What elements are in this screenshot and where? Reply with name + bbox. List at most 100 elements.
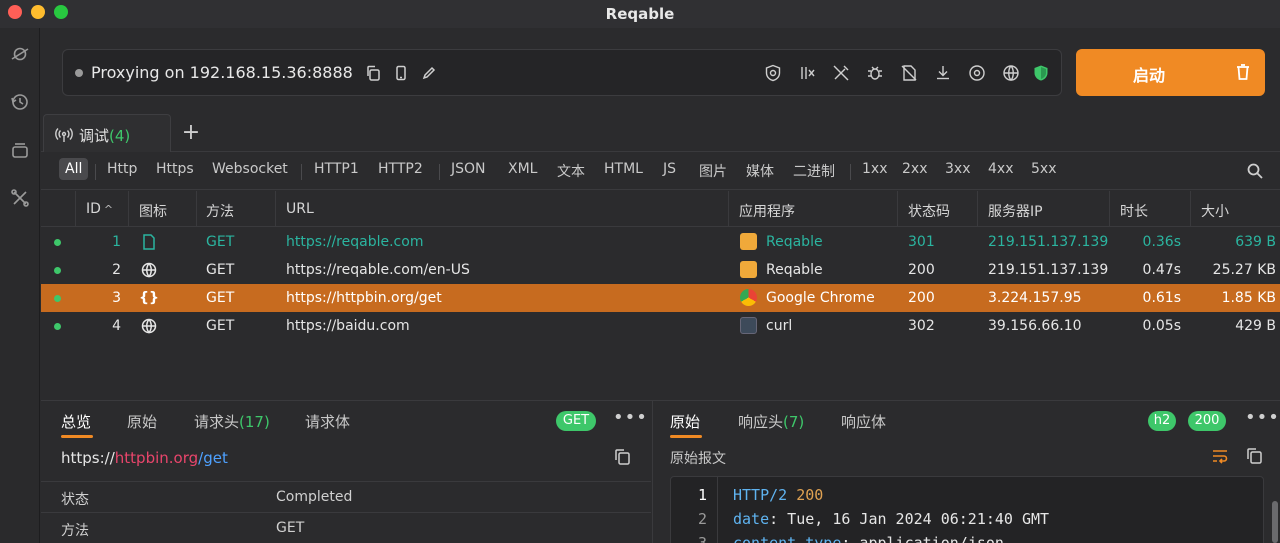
column-separator	[275, 191, 276, 227]
protocol-badge: h2	[1148, 411, 1176, 431]
tab-response-headers-count: (7)	[783, 413, 805, 431]
col-icon[interactable]: 图标	[139, 201, 167, 221]
broadcast-icon	[55, 128, 73, 142]
filter-5xx[interactable]: 5xx	[1031, 161, 1056, 177]
status-badge: 200	[1188, 411, 1226, 431]
response-panel: 原始 响应头(7) 响应体 h2 200 ••• 原始报文 1 HTTP/2 2…	[652, 401, 1280, 543]
mobile-icon[interactable]	[391, 63, 411, 83]
tab-response-body[interactable]: 响应体	[841, 411, 886, 432]
table-row[interactable]: 2 GET https://reqable.com/en-US Reqable …	[41, 256, 1280, 284]
tab-debug[interactable]: 调试(4)	[43, 114, 171, 152]
filter-js[interactable]: JS	[663, 161, 676, 177]
edit-icon[interactable]	[419, 63, 439, 83]
more-icon[interactable]: •••	[1245, 407, 1280, 428]
filter-text[interactable]: 文本	[557, 161, 585, 181]
row-duration: 0.61s	[1142, 290, 1181, 306]
history-icon[interactable]	[8, 90, 32, 114]
filter-binary[interactable]: 二进制	[793, 161, 835, 181]
code-token: : Tue, 16 Jan 2024 06:21:40 GMT	[769, 510, 1050, 528]
tab-raw[interactable]: 原始	[127, 411, 157, 432]
row-status: 200	[908, 290, 935, 306]
code-token: 200	[796, 486, 824, 504]
filter-media[interactable]: 媒体	[746, 161, 774, 181]
target-icon[interactable]	[967, 63, 987, 83]
filter-2xx[interactable]: 2xx	[902, 161, 927, 177]
tab-response-headers-label: 响应头	[738, 413, 784, 431]
filter-html[interactable]: HTML	[604, 161, 643, 177]
raw-response-viewer[interactable]: 1 HTTP/2 200 2 date: Tue, 16 Jan 2024 06…	[670, 476, 1264, 543]
col-method[interactable]: 方法	[206, 201, 234, 221]
no-cache-icon[interactable]	[899, 63, 919, 83]
tab-request-body[interactable]: 请求体	[305, 411, 350, 432]
copy-icon[interactable]	[1245, 447, 1263, 465]
col-duration[interactable]: 时长	[1120, 201, 1148, 221]
wrap-icon[interactable]	[1211, 447, 1229, 465]
col-url[interactable]: URL	[286, 201, 314, 217]
trash-icon[interactable]	[1233, 62, 1253, 82]
row-method: GET	[206, 262, 235, 278]
filter-websocket[interactable]: Websocket	[212, 161, 288, 177]
shield-icon[interactable]	[1031, 63, 1051, 83]
table-row[interactable]: 4 GET https://baidu.com curl 302 39.156.…	[41, 312, 1280, 340]
col-server-ip[interactable]: 服务器IP	[988, 201, 1043, 221]
detail-key: 状态	[61, 492, 89, 508]
divider	[41, 512, 651, 513]
left-rail	[0, 28, 40, 543]
terminal-app-icon	[740, 317, 757, 334]
url-scheme: https://	[61, 449, 115, 467]
col-id[interactable]: ID ^	[86, 201, 113, 217]
filter-https[interactable]: Https	[156, 161, 194, 177]
tab-request-headers[interactable]: 请求头(17)	[194, 411, 270, 432]
json-braces-icon: {}	[139, 290, 159, 306]
stack-icon[interactable]	[8, 138, 32, 162]
detail-key: 方法	[61, 523, 89, 539]
filter-image[interactable]: 图片	[699, 161, 727, 181]
col-size[interactable]: 大小	[1201, 201, 1229, 221]
tab-overview[interactable]: 总览	[61, 411, 91, 432]
globe-icon[interactable]	[1001, 63, 1021, 83]
filter-separator	[850, 164, 851, 180]
row-size: 1.85 KB	[1221, 290, 1276, 306]
row-size: 639 B	[1235, 234, 1276, 250]
add-tab-button[interactable]: +	[181, 120, 201, 145]
filter-all[interactable]: All	[59, 158, 89, 180]
main-area: Proxying on 192.168.15.36:8888 启动 调试(4) …	[41, 28, 1280, 543]
scrollbar[interactable]	[1272, 501, 1278, 543]
more-icon[interactable]: •••	[613, 407, 648, 428]
planet-icon[interactable]	[8, 42, 32, 66]
filter-http1[interactable]: HTTP1	[314, 161, 359, 177]
filter-http2[interactable]: HTTP2	[378, 161, 423, 177]
search-icon[interactable]	[1246, 162, 1264, 180]
breakpoint-icon[interactable]	[797, 63, 817, 83]
row-app: Reqable	[766, 234, 823, 250]
column-separator	[977, 191, 978, 227]
tab-response-headers[interactable]: 响应头(7)	[738, 411, 804, 432]
tab-response-raw[interactable]: 原始	[670, 411, 700, 432]
copy-icon[interactable]	[363, 63, 383, 83]
filter-xml[interactable]: XML	[508, 161, 537, 177]
col-status[interactable]: 状态码	[908, 201, 950, 221]
filter-json[interactable]: JSON	[451, 161, 486, 177]
download-icon[interactable]	[933, 63, 953, 83]
filter-3xx[interactable]: 3xx	[945, 161, 970, 177]
filter-4xx[interactable]: 4xx	[988, 161, 1013, 177]
bug-icon[interactable]	[865, 63, 885, 83]
filter-separator	[301, 164, 302, 180]
rewrite-icon[interactable]	[831, 63, 851, 83]
tools-icon[interactable]	[8, 186, 32, 210]
filter-bar: All Http Https Websocket HTTP1 HTTP2 JSO…	[41, 152, 1280, 190]
start-button[interactable]: 启动	[1076, 49, 1265, 96]
copy-icon[interactable]	[613, 448, 631, 466]
status-dot	[54, 267, 61, 274]
proxy-status-text: Proxying on 192.168.15.36:8888	[91, 63, 353, 82]
globe-icon	[141, 262, 157, 282]
table-header: ID ^ 图标 方法 URL 应用程序 状态码 服务器IP 时长 大小	[41, 191, 1280, 227]
table-row[interactable]: 1 GET https://reqable.com Reqable 301 21…	[41, 228, 1280, 256]
filter-http[interactable]: Http	[107, 161, 137, 177]
row-status: 200	[908, 262, 935, 278]
table-row-selected[interactable]: 3 {} GET https://httpbin.org/get Google …	[41, 284, 1280, 312]
filter-1xx[interactable]: 1xx	[862, 161, 887, 177]
column-separator	[897, 191, 898, 227]
cert-icon[interactable]	[763, 63, 783, 83]
col-app[interactable]: 应用程序	[739, 201, 795, 221]
